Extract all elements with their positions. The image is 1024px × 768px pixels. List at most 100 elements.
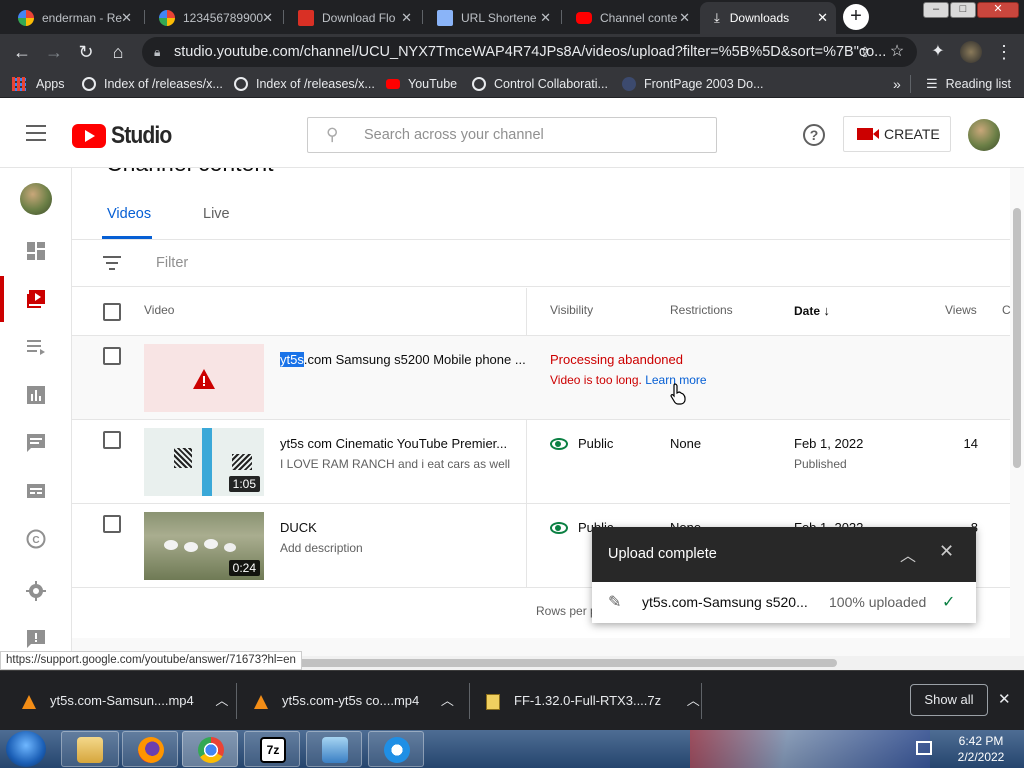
download-item[interactable]: FF-1.32.0-Full-RTX3....7z ︿ <box>486 671 700 731</box>
home-icon[interactable]: ⌂ <box>106 40 130 64</box>
taskbar-ie[interactable] <box>368 731 424 767</box>
bookmark-item[interactable]: Index of /releases/x... <box>234 70 375 98</box>
row-checkbox[interactable] <box>103 347 121 365</box>
tab-videos[interactable]: Videos <box>107 206 151 222</box>
download-file-name: FF-1.32.0-Full-RTX3....7z <box>514 693 662 708</box>
feedback-icon[interactable] <box>25 628 47 650</box>
account-avatar[interactable] <box>968 119 1000 151</box>
table-row[interactable]: yt5s.com Samsung s5200 Mobile phone ... … <box>72 336 1010 420</box>
tab-live[interactable]: Live <box>203 206 230 222</box>
share-icon[interactable]: ⇪ <box>853 40 877 64</box>
chevron-up-icon[interactable]: ︿ <box>687 693 700 708</box>
taskbar-control-panel[interactable] <box>306 731 362 767</box>
video-description[interactable]: Add description <box>280 541 363 555</box>
select-all-checkbox[interactable] <box>103 303 121 321</box>
help-icon[interactable]: ? <box>803 124 825 146</box>
subtitles-icon[interactable] <box>25 480 47 502</box>
browser-tab[interactable]: enderman - Re ✕ <box>4 2 140 34</box>
close-icon[interactable]: ✕ <box>817 10 828 26</box>
checkmark-icon: ✓ <box>942 594 956 611</box>
svg-text:C: C <box>32 535 39 546</box>
system-clock[interactable]: 6:42 PM 2/2/2022 <box>946 733 1016 765</box>
close-icon[interactable]: ✕ <box>540 10 551 26</box>
close-downloads-icon[interactable]: ✕ <box>998 690 1011 708</box>
column-comments[interactable]: C <box>1002 303 1011 317</box>
bookmark-item[interactable]: Index of /releases/x... <box>82 70 223 98</box>
bookmark-item[interactable]: FrontPage 2003 Do... <box>622 70 764 98</box>
video-thumbnail[interactable] <box>144 344 264 412</box>
content-icon[interactable] <box>25 288 47 310</box>
video-thumbnail[interactable]: 1:05 <box>144 428 264 496</box>
close-icon[interactable]: ✕ <box>939 541 954 562</box>
reading-list-button[interactable]: ☰ Reading list <box>926 70 1011 98</box>
comments-icon[interactable] <box>25 432 47 454</box>
row-checkbox[interactable] <box>103 515 121 533</box>
analytics-icon[interactable] <box>25 384 47 406</box>
close-window-button[interactable]: ✕ <box>977 2 1019 18</box>
visibility-status[interactable]: Public <box>550 436 613 451</box>
video-thumbnail[interactable]: 0:24 <box>144 512 264 580</box>
filter-icon[interactable] <box>102 256 122 270</box>
warning-icon <box>193 369 215 389</box>
chevron-up-icon[interactable]: ︿ <box>215 693 228 708</box>
download-item[interactable]: yt5s.com-yt5s co....mp4 ︿ <box>254 671 454 731</box>
column-views[interactable]: Views <box>945 303 977 317</box>
settings-gear-icon[interactable] <box>25 580 47 602</box>
upload-item[interactable]: ✎ yt5s.com-Samsung s520... 100% uploaded… <box>592 585 976 623</box>
bookmark-item[interactable]: YouTube <box>386 70 457 98</box>
back-arrow-icon[interactable]: ← <box>10 40 34 64</box>
filter-input[interactable]: Filter <box>156 255 188 271</box>
menu-dots-icon[interactable]: ⋮ <box>992 40 1016 64</box>
video-title[interactable]: yt5s com Cinematic YouTube Premier... <box>280 436 525 451</box>
show-all-button[interactable]: Show all <box>910 684 988 716</box>
studio-logo[interactable]: Studio <box>72 122 180 150</box>
hamburger-menu-icon[interactable] <box>26 125 46 141</box>
close-icon[interactable]: ✕ <box>679 10 690 26</box>
close-icon[interactable]: ✕ <box>401 10 412 26</box>
chevron-up-icon[interactable]: ︿ <box>441 693 454 708</box>
close-icon[interactable]: ✕ <box>121 10 132 26</box>
taskbar-7zip[interactable]: 7z <box>244 731 300 767</box>
column-date[interactable]: Date ↓ <box>794 303 830 318</box>
profile-avatar[interactable] <box>960 41 982 63</box>
channel-avatar[interactable] <box>20 183 52 215</box>
browser-tab[interactable]: 123456789900 ✕ <box>145 2 281 34</box>
bookmark-apps[interactable]: Apps <box>12 70 65 98</box>
browser-tab[interactable]: URL Shortene ✕ <box>423 2 559 34</box>
taskbar-explorer[interactable] <box>61 731 119 767</box>
channel-search-input[interactable]: ⚲ Search across your channel <box>307 117 717 153</box>
column-restrictions[interactable]: Restrictions <box>670 303 733 317</box>
dashboard-icon[interactable] <box>25 240 47 262</box>
browser-tab[interactable]: Channel conte ✕ <box>562 2 698 34</box>
taskbar-chrome[interactable] <box>182 731 238 767</box>
vertical-scrollbar[interactable] <box>1013 208 1021 468</box>
network-icon[interactable] <box>916 741 932 755</box>
close-icon[interactable]: ✕ <box>262 10 273 26</box>
download-item[interactable]: yt5s.com-Samsun....mp4 ︿ <box>22 671 228 731</box>
playlists-icon[interactable] <box>25 336 47 358</box>
column-visibility[interactable]: Visibility <box>550 303 593 317</box>
browser-tab[interactable]: Download Flo ✕ <box>284 2 420 34</box>
table-row[interactable]: 1:05 yt5s com Cinematic YouTube Premier.… <box>72 420 1010 504</box>
minimize-button[interactable]: – <box>923 2 949 18</box>
taskbar-firefox[interactable] <box>122 731 178 767</box>
row-checkbox[interactable] <box>103 431 121 449</box>
reload-icon[interactable]: ↻ <box>74 40 98 64</box>
maximize-button[interactable]: □ <box>950 2 976 18</box>
bookmarks-overflow-icon[interactable]: » <box>893 70 901 98</box>
edit-pencil-icon[interactable]: ✎ <box>608 592 621 612</box>
start-button[interactable] <box>6 731 46 767</box>
bookmark-star-icon[interactable]: ☆ <box>885 40 909 64</box>
bookmark-item[interactable]: Control Collaborati... <box>472 70 608 98</box>
extensions-puzzle-icon[interactable]: ✦ <box>926 40 950 64</box>
address-bar[interactable]: 🔒︎ studio.youtube.com/channel/UCU_NYX7Tm… <box>142 37 917 67</box>
new-tab-button[interactable]: + <box>843 4 869 30</box>
video-title[interactable]: yt5s.com Samsung s5200 Mobile phone ... <box>280 352 525 367</box>
forward-arrow-icon[interactable]: → <box>42 40 66 64</box>
copyright-icon[interactable]: C <box>25 528 47 550</box>
browser-tab-active[interactable]: ⤓ Downloads ✕ <box>700 2 836 34</box>
create-button[interactable]: CREATE <box>843 116 951 152</box>
video-title[interactable]: DUCK <box>280 520 525 535</box>
tab-title: URL Shortene <box>461 11 537 25</box>
collapse-chevron-icon[interactable]: ︿ <box>900 542 916 566</box>
